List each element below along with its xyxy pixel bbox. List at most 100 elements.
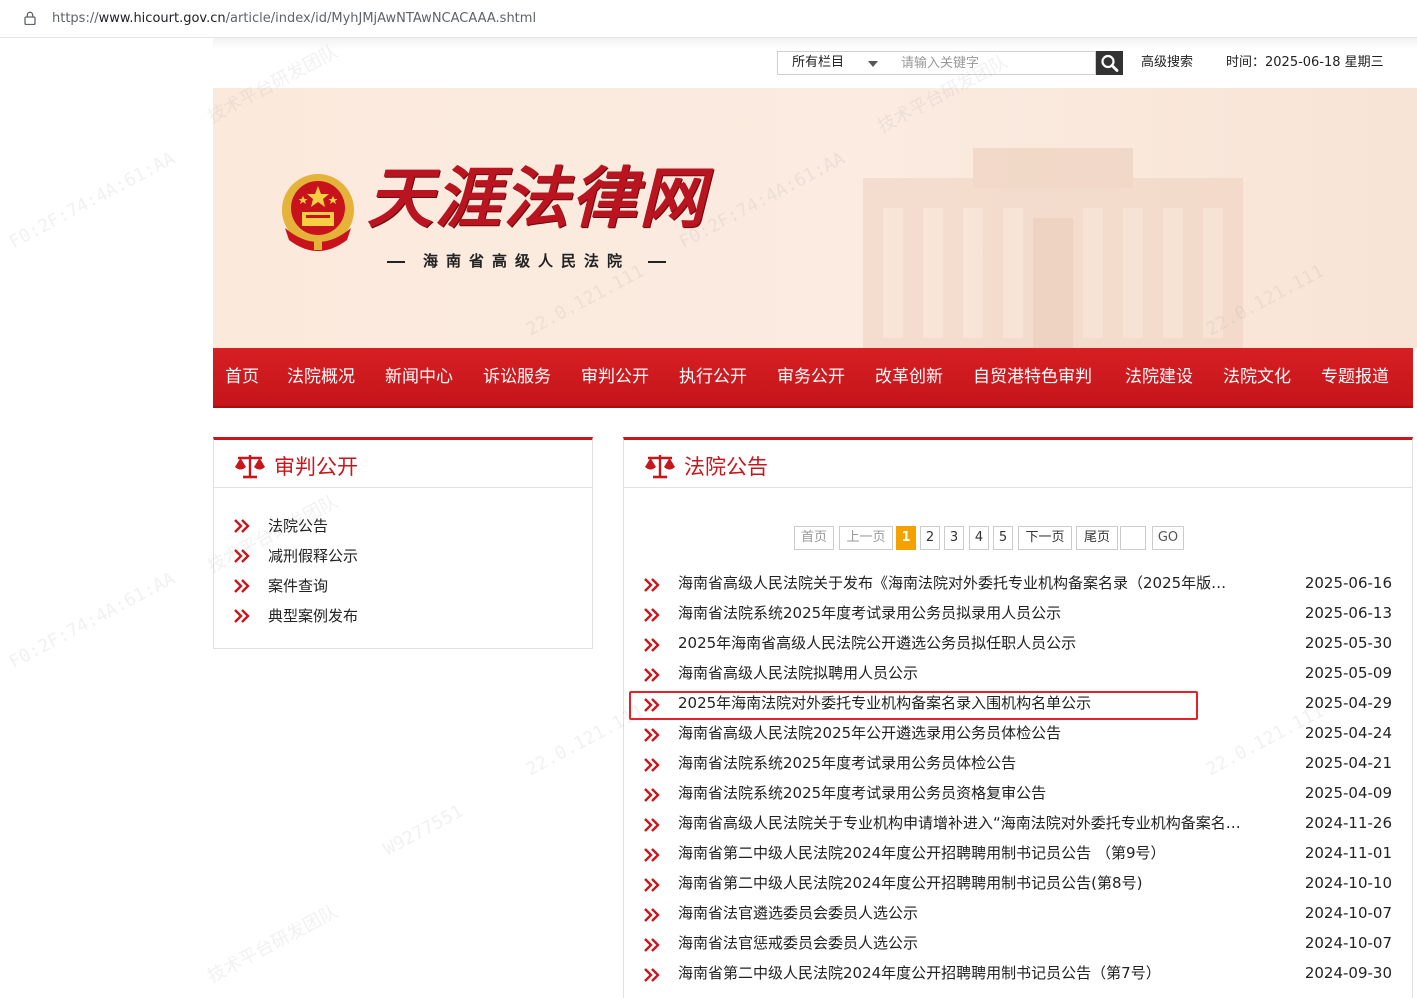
double-chevron-icon <box>234 609 250 623</box>
building-illustration <box>863 148 1243 348</box>
announcement-row[interactable]: 海南省法院系统2025年度考试录用公务员资格复审公告 2025-04-09 <box>642 778 1394 808</box>
nav-execution-disclosure[interactable]: 执行公开 <box>679 364 747 390</box>
advanced-search-link[interactable]: 高级搜索 <box>1141 53 1193 73</box>
main-nav: 首页 法院概况 新闻中心 诉讼服务 审判公开 执行公开 审务公开 改革创新 自贸… <box>213 348 1413 408</box>
announcement-title-text[interactable]: 2025年海南法院对外委托专业机构备案名录入围机构名单公示 <box>678 691 1268 715</box>
announcement-title-text[interactable]: 海南省高级人民法院2025年公开遴选录用公务员体检公告 <box>678 721 1268 745</box>
announcement-row[interactable]: 海南省法院系统2025年度考试录用公务员拟录用人员公示 2025-06-13 <box>642 598 1394 628</box>
pager-next[interactable]: 下一页 <box>1018 526 1072 550</box>
announcement-row[interactable]: 海南省第二中级人民法院2024年度公开招聘聘用制书记员公告(第8号) 2024-1… <box>642 868 1394 898</box>
watermark: F0:2F:74:4A:61:AA <box>5 567 179 674</box>
announcement-title-text[interactable]: 海南省第二中级人民法院2024年度公开招聘聘用制书记员公告(第8号) <box>678 871 1268 895</box>
lock-icon <box>24 11 36 25</box>
scale-of-justice-icon <box>235 455 265 479</box>
sidebar-item-typical-cases[interactable]: 典型案例发布 <box>234 601 574 631</box>
pager-last[interactable]: 尾页 <box>1076 526 1118 550</box>
nav-reform[interactable]: 改革创新 <box>875 364 943 390</box>
announcement-title: 法院公告 <box>684 455 768 479</box>
nav-litigation-service[interactable]: 诉讼服务 <box>483 364 551 390</box>
announcement-title-text[interactable]: 海南省高级人民法院关于发布《海南法院对外委托专业机构备案名录（2025年版… <box>678 571 1268 595</box>
announcement-title-text[interactable]: 海南省第二中级人民法院2024年度公开招聘聘用制书记员公告（第7号） <box>678 961 1268 985</box>
nav-court-overview[interactable]: 法院概况 <box>287 364 355 390</box>
sidebar-item-case-query[interactable]: 案件查询 <box>234 571 574 601</box>
sidebar-item-label: 减刑假释公示 <box>268 547 359 565</box>
sidebar-item-court-announcement[interactable]: 法院公告 <box>234 511 574 541</box>
site-subtitle: 海南省高级人民法院 <box>369 248 684 274</box>
double-chevron-icon <box>644 938 660 952</box>
double-chevron-icon <box>644 848 660 862</box>
category-select[interactable]: 所有栏目 <box>777 51 887 75</box>
double-chevron-icon <box>644 728 660 742</box>
nav-court-construction[interactable]: 法院建设 <box>1125 364 1193 390</box>
announcement-panel: 法院公告 首页 上一页 1 2 3 4 5 下一页 尾页 GO 海南省高级人民法… <box>623 437 1413 998</box>
browser-address-bar[interactable]: https://www.hicourt.gov.cn/article/index… <box>0 0 1417 38</box>
watermark: W9277551 <box>380 800 467 861</box>
announcement-title-text[interactable]: 2025年海南省高级人民法院公开遴选公务员拟任职人员公示 <box>678 631 1268 655</box>
announcement-row[interactable]: 海南省法院系统2025年度考试录用公务员体检公告 2025-04-21 <box>642 748 1394 778</box>
announcement-title-text[interactable]: 海南省法官遴选委员会委员人选公示 <box>678 901 1268 925</box>
announcement-header: 法院公告 <box>624 440 1412 488</box>
nav-news-center[interactable]: 新闻中心 <box>385 364 453 390</box>
current-date: 时间：2025-06-18 星期三 <box>1226 55 1384 70</box>
double-chevron-icon <box>644 608 660 622</box>
announcement-date: 2024-10-07 <box>1304 934 1392 952</box>
announcement-date: 2025-04-24 <box>1304 724 1392 742</box>
nav-ftp-trial[interactable]: 自贸港特色审判 <box>973 364 1092 390</box>
announcement-row[interactable]: 海南省法官遴选委员会委员人选公示 2024-10-07 <box>642 898 1394 928</box>
nav-court-culture[interactable]: 法院文化 <box>1223 364 1291 390</box>
announcement-row[interactable]: 海南省高级人民法院关于发布《海南法院对外委托专业机构备案名录（2025年版… 20… <box>642 568 1394 598</box>
nav-trial-disclosure[interactable]: 审判公开 <box>581 364 649 390</box>
announcement-row[interactable]: 海南省高级人民法院2025年公开遴选录用公务员体检公告 2025-04-24 <box>642 718 1394 748</box>
double-chevron-icon <box>644 698 660 712</box>
nav-home[interactable]: 首页 <box>225 364 259 390</box>
sidebar-header: 审判公开 <box>214 440 592 488</box>
pager-go-button[interactable]: GO <box>1152 526 1184 550</box>
address-url[interactable]: https://www.hicourt.gov.cn/article/index… <box>52 10 536 28</box>
site-banner: 天涯法律网 海南省高级人民法院 <box>213 88 1417 348</box>
pagination: 首页 上一页 1 2 3 4 5 下一页 尾页 GO <box>794 526 1214 550</box>
sidebar-item-label: 法院公告 <box>268 517 329 535</box>
pager-first[interactable]: 首页 <box>794 526 834 550</box>
caret-down-icon <box>868 61 878 67</box>
announcement-title-text[interactable]: 海南省法院系统2025年度考试录用公务员资格复审公告 <box>678 781 1268 805</box>
pager-page-2[interactable]: 2 <box>920 526 940 550</box>
announcement-row[interactable]: 海南省高级人民法院拟聘用人员公示 2025-05-09 <box>642 658 1394 688</box>
browser-page: https://www.hicourt.gov.cn/article/index… <box>0 0 1417 998</box>
site-logo-text[interactable]: 天涯法律网 <box>367 158 707 238</box>
announcement-row[interactable]: 海南省法官惩戒委员会委员人选公示 2024-10-07 <box>642 928 1394 958</box>
double-chevron-icon <box>644 638 660 652</box>
announcement-title-text[interactable]: 海南省法院系统2025年度考试录用公务员体检公告 <box>678 751 1268 775</box>
pager-page-3[interactable]: 3 <box>944 526 964 550</box>
sidebar-item-label: 案件查询 <box>268 577 329 595</box>
announcement-row[interactable]: 2025年海南法院对外委托专业机构备案名录入围机构名单公示 2025-04-29 <box>642 688 1394 718</box>
scale-of-justice-icon <box>645 455 675 479</box>
pager-prev[interactable]: 上一页 <box>839 526 893 550</box>
nav-special-reports[interactable]: 专题报道 <box>1321 364 1389 390</box>
pager-page-5[interactable]: 5 <box>993 526 1013 550</box>
announcement-date: 2025-05-30 <box>1304 634 1392 652</box>
announcement-row[interactable]: 海南省第二中级人民法院2024年度公开招聘聘用制书记员公告（第7号） 2024-0… <box>642 958 1394 988</box>
announcement-date: 2024-10-10 <box>1304 874 1392 892</box>
search-button[interactable] <box>1096 51 1123 75</box>
announcement-row[interactable]: 海南省高级人民法院关于专业机构申请增补进入“海南法院对外委托专业机构备案名… 20… <box>642 808 1394 838</box>
announcement-date: 2025-06-16 <box>1304 574 1392 592</box>
announcement-row[interactable]: 海南省第二中级人民法院2024年度公开招聘聘用制书记员公告 （第9号） 2024-… <box>642 838 1394 868</box>
announcement-date: 2025-04-21 <box>1304 754 1392 772</box>
announcement-title-text[interactable]: 海南省高级人民法院关于专业机构申请增补进入“海南法院对外委托专业机构备案名… <box>678 811 1268 835</box>
nav-court-affairs[interactable]: 审务公开 <box>777 364 845 390</box>
sidebar-item-commutation[interactable]: 减刑假释公示 <box>234 541 574 571</box>
announcement-title-text[interactable]: 海南省第二中级人民法院2024年度公开招聘聘用制书记员公告 （第9号） <box>678 841 1268 865</box>
double-chevron-icon <box>644 818 660 832</box>
pager-page-4[interactable]: 4 <box>969 526 989 550</box>
announcement-date: 2024-11-01 <box>1304 844 1392 862</box>
announcement-title-text[interactable]: 海南省法院系统2025年度考试录用公务员拟录用人员公示 <box>678 601 1268 625</box>
announcement-title-text[interactable]: 海南省法官惩戒委员会委员人选公示 <box>678 931 1268 955</box>
site-subtitle-text: 海南省高级人民法院 <box>423 252 631 270</box>
announcement-title-text[interactable]: 海南省高级人民法院拟聘用人员公示 <box>678 661 1268 685</box>
pager-page-1[interactable]: 1 <box>896 526 916 550</box>
sidebar-title: 审判公开 <box>274 455 358 479</box>
search-input[interactable] <box>886 51 1096 75</box>
national-emblem-icon <box>282 174 354 251</box>
pager-page-input[interactable] <box>1120 526 1146 550</box>
announcement-row[interactable]: 2025年海南省高级人民法院公开遴选公务员拟任职人员公示 2025-05-30 <box>642 628 1394 658</box>
